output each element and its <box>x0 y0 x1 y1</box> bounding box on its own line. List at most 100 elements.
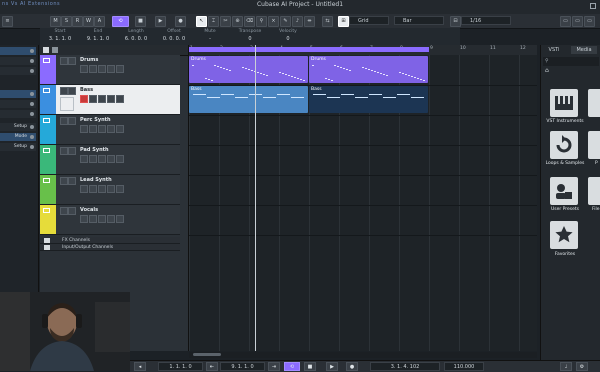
right-zone-icon[interactable]: ▭ <box>584 16 595 27</box>
track-solo-button[interactable] <box>68 207 76 215</box>
inspector-row[interactable] <box>0 100 36 108</box>
folder-input-output-channels[interactable]: Input/Output Channels <box>40 244 180 251</box>
track-drums[interactable]: Drums <box>40 55 180 85</box>
track-lane[interactable] <box>189 175 537 206</box>
track-solo-button[interactable] <box>68 57 76 65</box>
track-monitor-icon[interactable] <box>89 95 97 103</box>
track-color-strip[interactable] <box>40 205 56 234</box>
track-record-icon[interactable] <box>80 215 88 223</box>
track-vocals[interactable]: Vocals <box>40 205 180 235</box>
project-cursor[interactable] <box>255 45 256 351</box>
inspector-track-header[interactable] <box>0 47 36 55</box>
instrument-edit-icon[interactable] <box>60 97 74 111</box>
midi-part-drums[interactable]: Drums <box>189 56 308 83</box>
metronome-icon[interactable]: ♩ <box>560 362 572 371</box>
track-read-icon[interactable] <box>98 185 106 193</box>
track-name[interactable]: Perc Synth <box>80 117 111 123</box>
snap-icon[interactable]: ⊞ <box>338 16 349 27</box>
vst-instruments-tile[interactable] <box>550 89 578 117</box>
track-read-icon[interactable] <box>98 125 106 133</box>
track-color-strip[interactable] <box>40 115 56 144</box>
split-tool-icon[interactable]: ✂ <box>220 16 231 27</box>
track-name[interactable]: Drums <box>80 57 98 63</box>
track-read-icon[interactable] <box>98 65 106 73</box>
track-edit-icon[interactable] <box>116 185 124 193</box>
track-name[interactable]: Pad Synth <box>80 147 109 153</box>
track-monitor-icon[interactable] <box>89 125 97 133</box>
mute-button[interactable]: M <box>50 16 61 27</box>
edit-icon[interactable] <box>30 49 34 53</box>
midi-part-bass[interactable]: Bass <box>189 86 308 113</box>
left-locator-display[interactable]: 1. 1. 1. 0 <box>158 362 203 371</box>
transport-play-icon[interactable]: ▶ <box>326 362 338 371</box>
inspector-mode[interactable]: Mode <box>0 133 36 141</box>
play-icon[interactable]: ▶ <box>155 16 166 27</box>
zoom-tool-icon[interactable]: ⚲ <box>256 16 267 27</box>
erase-tool-icon[interactable]: ⌫ <box>244 16 255 27</box>
play-tool-icon[interactable]: ♪ <box>292 16 303 27</box>
tempo-display[interactable]: 110.000 <box>444 362 484 371</box>
track-mute-button[interactable] <box>60 87 68 95</box>
event-display[interactable]: Drums Drums Bass Bass <box>189 55 537 351</box>
track-monitor-icon[interactable] <box>89 215 97 223</box>
info-length[interactable]: Length 6. 0. 0. 0 <box>116 29 156 42</box>
gear-icon[interactable] <box>30 135 34 139</box>
inspector-row[interactable] <box>0 57 36 65</box>
loops-samples-tile[interactable] <box>550 131 578 159</box>
gear-icon[interactable] <box>30 145 34 149</box>
track-solo-button[interactable] <box>68 177 76 185</box>
track-name[interactable]: Vocals <box>80 207 98 213</box>
track-color-strip[interactable] <box>40 145 56 174</box>
time-warp-icon[interactable]: ⇹ <box>304 16 315 27</box>
track-write-icon[interactable] <box>107 215 115 223</box>
inspector-section[interactable] <box>0 90 36 98</box>
edit-icon[interactable] <box>30 112 34 116</box>
left-locator-icon[interactable]: ◂ <box>134 362 146 371</box>
power-icon[interactable] <box>30 92 34 96</box>
track-color-strip[interactable] <box>40 55 56 84</box>
window-icon[interactable] <box>590 3 596 9</box>
midi-part-bass[interactable]: Bass <box>309 86 428 113</box>
track-mute-button[interactable] <box>60 207 68 215</box>
range-tool-icon[interactable]: ⌶ <box>208 16 219 27</box>
transport-cycle-icon[interactable]: ⟲ <box>284 362 300 371</box>
transport-record-icon[interactable]: ● <box>346 362 358 371</box>
track-record-icon[interactable] <box>80 95 88 103</box>
track-write-icon[interactable] <box>107 95 115 103</box>
tab-vsti[interactable]: VSTi <box>543 46 565 54</box>
track-mute-button[interactable] <box>60 57 68 65</box>
loop-icon[interactable]: ⟲ <box>112 16 129 27</box>
info-end[interactable]: End 9. 1. 1. 0 <box>78 29 118 42</box>
info-mute[interactable]: Mute - <box>190 29 230 42</box>
track-lane[interactable] <box>189 145 537 176</box>
horizontal-scrollbar[interactable] <box>189 352 537 358</box>
track-edit-icon[interactable] <box>116 125 124 133</box>
track-color-strip[interactable] <box>40 85 56 114</box>
track-edit-icon[interactable] <box>116 65 124 73</box>
favorites-tile[interactable] <box>550 221 578 249</box>
settings-icon[interactable]: ⚙ <box>576 362 588 371</box>
info-velocity[interactable]: Velocity 0 <box>268 29 308 42</box>
tab-media[interactable]: Media <box>571 46 597 54</box>
track-perc-synth[interactable]: Perc Synth <box>40 115 180 145</box>
inspector-setup-1[interactable]: Setup <box>0 123 36 131</box>
partial-tile-3[interactable] <box>588 177 600 205</box>
track-record-icon[interactable] <box>80 125 88 133</box>
position-display[interactable]: 3. 1. 4. 102 <box>370 362 440 371</box>
track-write-icon[interactable] <box>107 65 115 73</box>
right-locator-display[interactable]: 9. 1. 1. 0 <box>220 362 265 371</box>
punch-out-icon[interactable]: ⇥ <box>268 362 280 371</box>
track-edit-icon[interactable] <box>116 215 124 223</box>
track-lead-synth[interactable]: Lead Synth <box>40 175 180 205</box>
track-solo-button[interactable] <box>68 147 76 155</box>
left-zone-icon[interactable]: ▭ <box>560 16 571 27</box>
track-mute-button[interactable] <box>60 147 68 155</box>
toolbar-menu-button[interactable]: ≡ <box>2 16 13 27</box>
midi-part-drums[interactable]: Drums <box>309 56 428 83</box>
track-record-icon[interactable] <box>80 185 88 193</box>
track-read-icon[interactable] <box>98 215 106 223</box>
track-name[interactable]: Lead Synth <box>80 177 112 183</box>
user-presets-tile[interactable] <box>550 177 578 205</box>
track-mute-button[interactable] <box>60 177 68 185</box>
search-field[interactable]: ⚲ <box>543 57 599 66</box>
